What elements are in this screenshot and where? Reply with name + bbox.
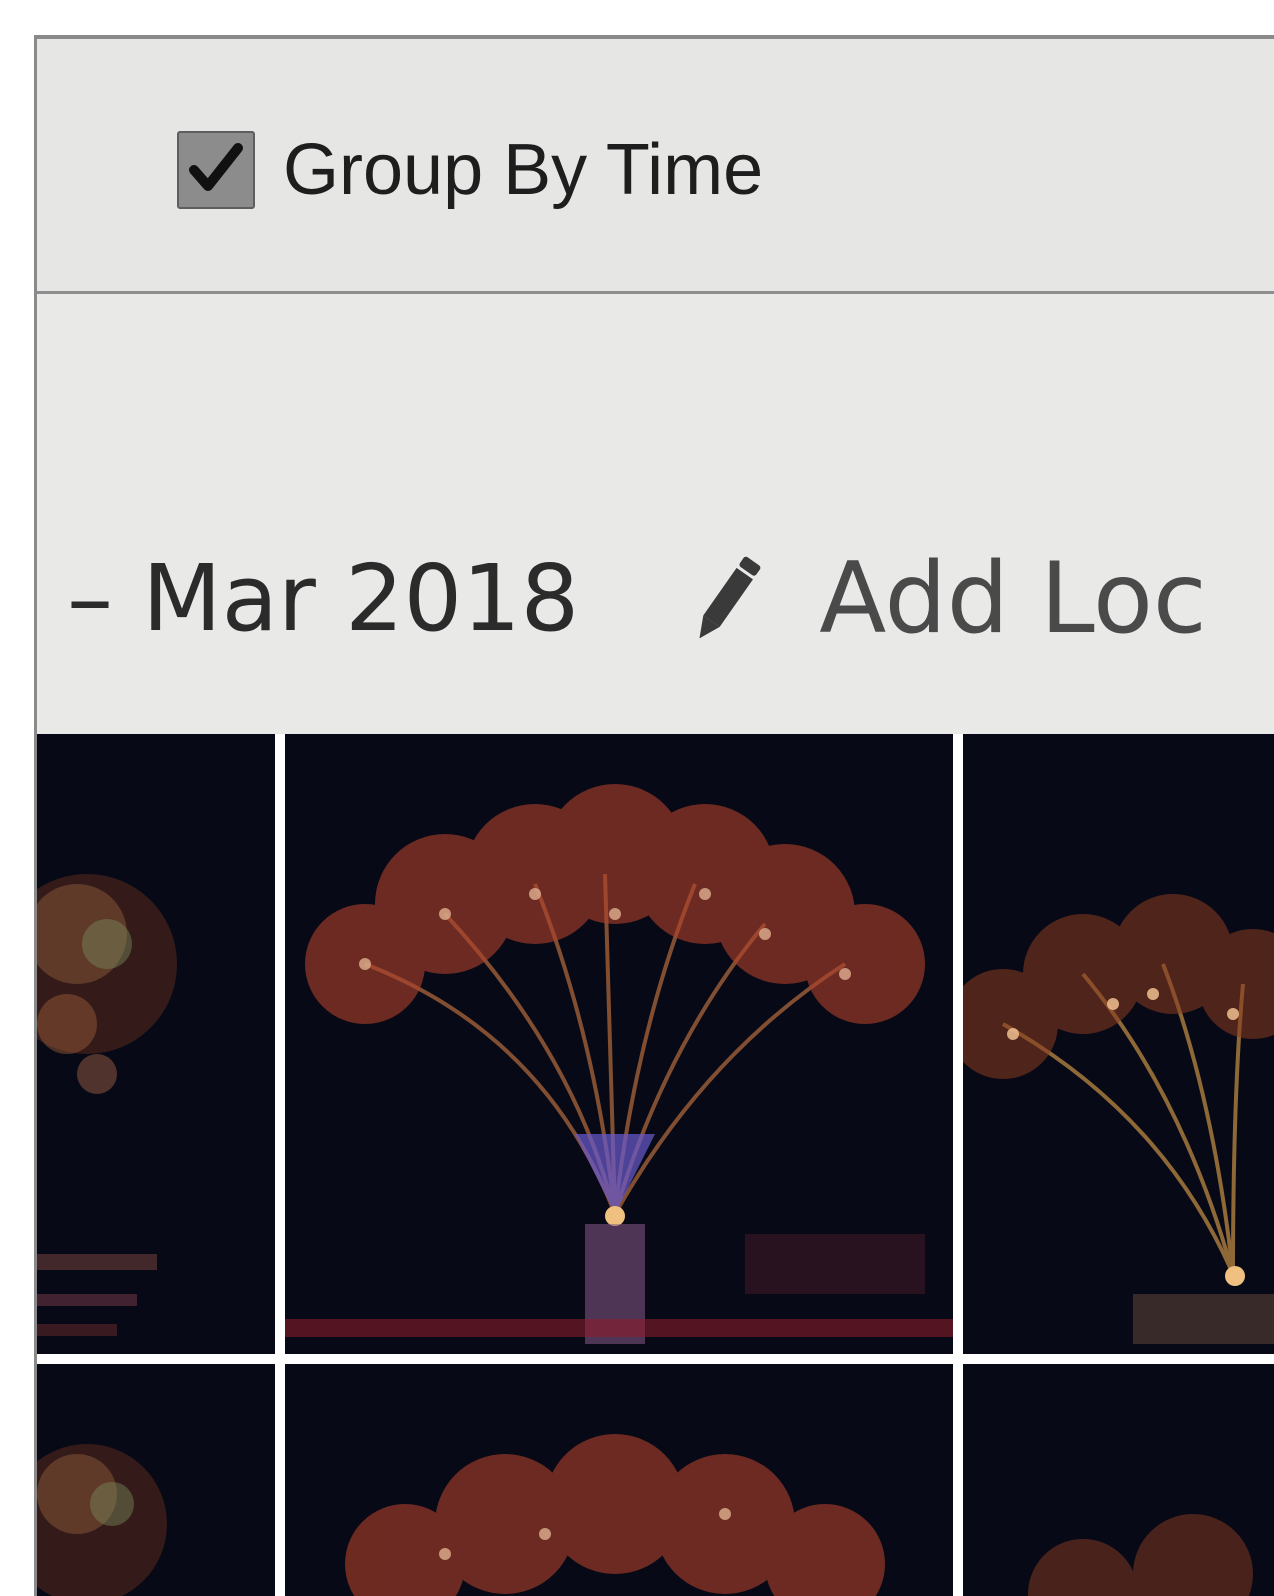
checkmark-icon — [189, 143, 243, 191]
photo-thumbnail[interactable] — [285, 734, 953, 1354]
pencil-icon[interactable] — [687, 549, 767, 649]
photo-thumbnail[interactable] — [37, 734, 275, 1354]
photo-thumbnail[interactable] — [285, 1364, 953, 1596]
photo-grid — [37, 734, 1274, 1596]
group-by-time-option[interactable]: Group By Time — [177, 125, 763, 215]
photo-thumbnail[interactable] — [963, 734, 1274, 1354]
photo-thumbnail[interactable] — [37, 1364, 275, 1596]
date-range-label: – Mar 2018 — [67, 545, 580, 652]
group-by-time-label: Group By Time — [283, 130, 764, 210]
group-by-time-checkbox[interactable] — [177, 131, 255, 209]
add-location-button[interactable]: Add Loc — [819, 550, 1207, 648]
group-header: – Mar 2018 Add Loc — [37, 294, 1274, 734]
photo-browser-window: Group By Time – Mar 2018 Add Loc — [34, 35, 1274, 1596]
group-header-row: – Mar 2018 Add Loc — [67, 539, 1207, 659]
toolbar: Group By Time — [37, 39, 1274, 294]
photo-thumbnail[interactable] — [963, 1364, 1274, 1596]
